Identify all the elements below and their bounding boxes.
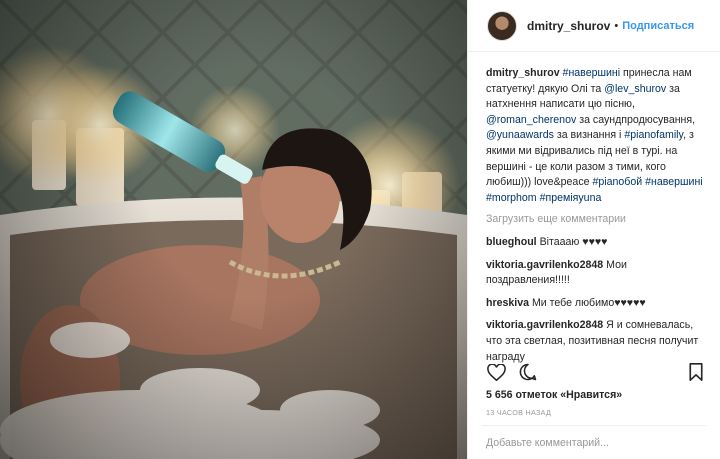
comment-item: hreskiva Ми тебе любимо♥♥♥♥♥	[486, 296, 706, 312]
comment-username[interactable]: hreskiva	[486, 297, 529, 309]
load-more-comments-link[interactable]: Загрузить еще комментарии	[486, 212, 706, 228]
caption-fragment: за визнання і	[553, 129, 625, 142]
caption-text: #навершині принесла нам статуетку! дякую…	[486, 67, 703, 204]
action-bar	[486, 361, 706, 383]
follow-button[interactable]: Подписаться	[622, 20, 694, 32]
caption-username[interactable]: dmitry_shurov	[486, 67, 560, 79]
comments-list: dmitry_shurov #навершині принесла нам ст…	[486, 66, 706, 372]
comment-username[interactable]: viktoria.gavrilenko2848	[486, 319, 603, 331]
comment-input[interactable]	[486, 436, 706, 449]
comment-item: viktoria.gavrilenko2848 Мои поздравления…	[486, 258, 706, 289]
heart-icon[interactable]	[486, 362, 506, 382]
caption-link[interactable]: @yunaawards	[486, 129, 554, 141]
post-caption: dmitry_shurov #навершині принесла нам ст…	[486, 66, 706, 206]
caption-link[interactable]: #pianofamily	[624, 129, 683, 141]
bookmark-icon[interactable]	[686, 362, 706, 382]
header-separator: •	[614, 19, 619, 32]
comment-text: Вітаааю ♥♥♥♥	[539, 235, 608, 248]
comment-text: Ми тебе любимо♥♥♥♥♥	[531, 296, 646, 309]
caption-link[interactable]: #pianoбой	[592, 176, 642, 188]
caption-link[interactable]: @lev_shurov	[604, 83, 666, 95]
add-comment-bar	[482, 425, 706, 459]
post-header: dmitry_shurov • Подписаться	[468, 0, 720, 52]
avatar[interactable]	[487, 10, 517, 41]
caption-link[interactable]: #morphom	[486, 192, 537, 204]
comment-item: blueghoul Вітаааю ♥♥♥♥	[486, 235, 706, 251]
comment-bubble-icon[interactable]	[518, 362, 538, 382]
photo-vignette	[0, 0, 467, 459]
post-photo[interactable]	[0, 0, 467, 459]
caption-fragment: за саундпродюсування,	[576, 113, 696, 126]
likes-count[interactable]: 5 656 отметок «Нравится»	[486, 389, 622, 401]
comment-username[interactable]: viktoria.gavrilenko2848	[486, 259, 603, 271]
comment-item: viktoria.gavrilenko2848 Я и сомневалась,…	[486, 318, 706, 365]
caption-link[interactable]: #навершині	[645, 176, 703, 188]
caption-link[interactable]: #навершині	[563, 67, 621, 79]
author-username[interactable]: dmitry_shurov	[527, 19, 610, 33]
post-timestamp: 13 ЧАСОВ НАЗАД	[486, 408, 552, 417]
caption-link[interactable]: @roman_cherenov	[486, 114, 576, 126]
comment-username[interactable]: blueghoul	[486, 236, 537, 248]
post-sidebar: dmitry_shurov • Подписаться dmitry_shuro…	[467, 0, 720, 459]
caption-link[interactable]: #преміяyuna	[540, 192, 602, 204]
